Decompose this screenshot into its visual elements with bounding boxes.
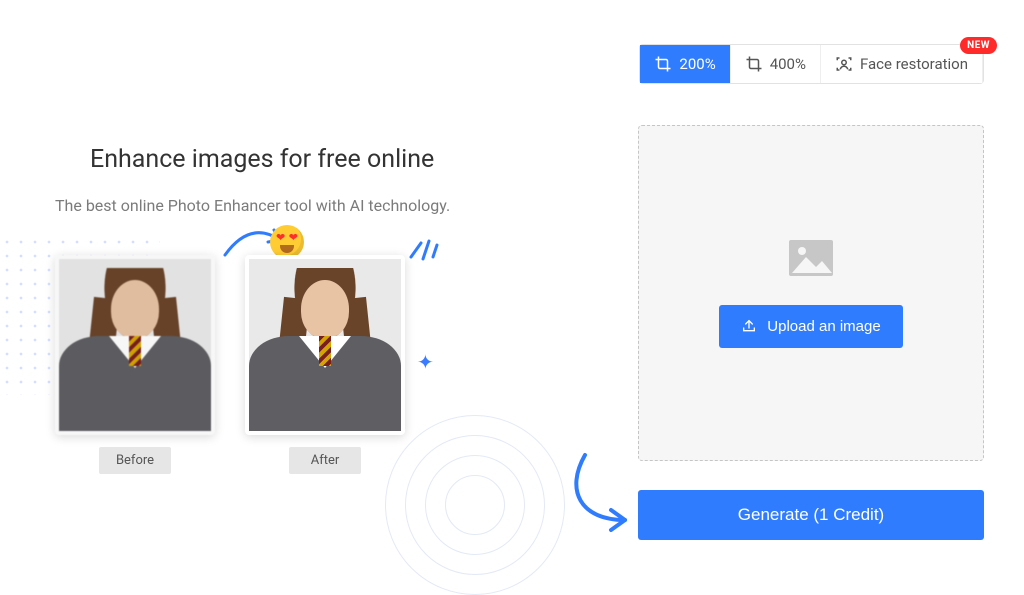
crop-icon: [654, 55, 672, 73]
mode-tabs: 200% 400% Face restoration NEW: [639, 44, 984, 84]
before-image: [55, 255, 215, 435]
page-title: Enhance images for free online: [90, 145, 515, 174]
before-after-compare: ✦ Before After: [55, 255, 515, 474]
generate-button[interactable]: Generate (1 Credit): [638, 490, 984, 540]
face-scan-icon: [835, 55, 853, 73]
tab-200[interactable]: 200%: [640, 45, 730, 83]
tab-200-label: 200%: [679, 55, 715, 73]
image-placeholder-icon: [788, 239, 834, 277]
pointer-arrow-icon: [565, 450, 645, 540]
page-subtitle: The best online Photo Enhancer tool with…: [55, 196, 515, 215]
upload-button-label: Upload an image: [767, 318, 880, 335]
tab-face-restoration[interactable]: Face restoration: [821, 45, 983, 83]
before-label: Before: [99, 447, 171, 474]
after-card: After: [245, 255, 405, 474]
new-badge: NEW: [960, 37, 997, 54]
before-card: Before: [55, 255, 215, 474]
sparkle-lines-icon: [407, 233, 441, 261]
upload-dropzone[interactable]: Upload an image: [638, 125, 984, 461]
upload-button[interactable]: Upload an image: [719, 305, 902, 348]
sparkle-star-icon: ✦: [417, 350, 434, 374]
tab-face-label: Face restoration: [860, 55, 968, 73]
crop-icon: [745, 55, 763, 73]
after-image: [245, 255, 405, 435]
tab-400[interactable]: 400%: [731, 45, 821, 83]
after-label: After: [289, 447, 361, 474]
upload-icon: [741, 318, 757, 334]
heart-eyes-emoji-icon: [270, 225, 304, 259]
tab-400-label: 400%: [770, 55, 806, 73]
decorative-rings: [395, 425, 555, 585]
